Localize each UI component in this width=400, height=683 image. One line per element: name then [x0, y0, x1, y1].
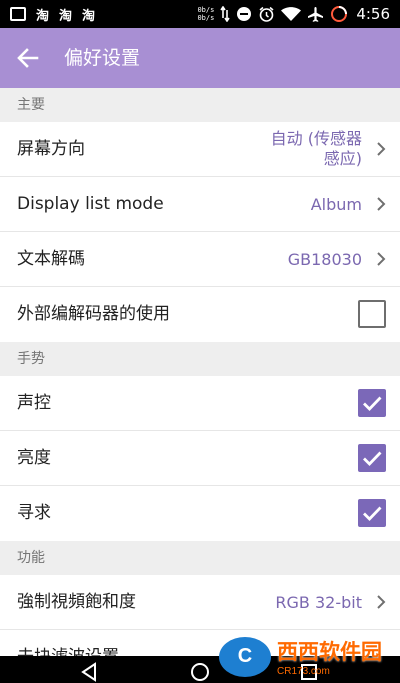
setting-seek-gesture[interactable]: 寻求	[0, 486, 400, 541]
setting-screen-orientation[interactable]: 屏幕方向 自动 (传感器感应)	[0, 122, 400, 177]
checkbox-checked[interactable]	[358, 389, 386, 417]
setting-label: 声控	[17, 393, 51, 413]
section-header-main: 主要	[0, 88, 400, 122]
system-icons: 0b/s 0b/s 4:56	[197, 0, 390, 28]
network-speed: 0b/s 0b/s	[197, 6, 215, 22]
setting-video-saturation[interactable]: 強制視頻飽和度 RGB 32-bit	[0, 575, 400, 630]
watermark-text: 西西软件园	[277, 640, 382, 664]
data-transfer-icon	[220, 6, 230, 22]
taobao-icon: 淘	[82, 8, 96, 24]
section-header-features: 功能	[0, 541, 400, 575]
setting-label: 強制視頻飽和度	[17, 592, 136, 612]
chevron-right-icon	[377, 595, 386, 609]
setting-label: 去块滤波设置	[17, 630, 119, 656]
setting-label: 外部编解码器的使用	[17, 304, 170, 324]
screenshot-notification-icon	[10, 7, 26, 21]
setting-value: GB18030	[287, 249, 362, 269]
back-button[interactable]	[14, 44, 42, 72]
clock: 4:56	[356, 5, 390, 23]
battery-icon	[330, 5, 348, 23]
setting-value: RGB 32-bit	[275, 592, 362, 612]
setting-volume-gesture[interactable]: 声控	[0, 376, 400, 431]
checkbox-checked[interactable]	[358, 499, 386, 527]
setting-text-encoding[interactable]: 文本解碼 GB18030	[0, 232, 400, 287]
setting-label: 文本解碼	[17, 249, 85, 269]
chevron-right-icon	[377, 197, 386, 211]
check-icon	[363, 396, 382, 412]
airplane-mode-icon	[307, 6, 324, 23]
alarm-icon	[258, 6, 275, 23]
setting-brightness-gesture[interactable]: 亮度	[0, 431, 400, 486]
section-header-gestures: 手势	[0, 342, 400, 376]
back-nav-icon[interactable]	[80, 662, 98, 682]
checkbox-checked[interactable]	[358, 444, 386, 472]
watermark: C 西西软件园 CR173.com	[219, 636, 382, 677]
check-icon	[363, 506, 382, 522]
app-bar: 偏好设置	[0, 28, 400, 88]
page-title: 偏好设置	[64, 47, 141, 69]
watermark-url: CR173.com	[277, 666, 330, 677]
setting-label: 屏幕方向	[17, 139, 85, 159]
chevron-right-icon	[377, 142, 386, 156]
setting-label: Display list mode	[17, 194, 164, 214]
do-not-disturb-icon	[236, 6, 252, 22]
setting-display-list-mode[interactable]: Display list mode Album	[0, 177, 400, 232]
check-icon	[363, 451, 382, 467]
taobao-icon: 淘	[59, 8, 73, 24]
setting-external-codec[interactable]: 外部编解码器的使用	[0, 287, 400, 342]
setting-value: Album	[310, 194, 362, 214]
home-nav-icon[interactable]	[190, 662, 210, 682]
chevron-right-icon	[377, 252, 386, 266]
setting-label: 寻求	[17, 503, 51, 523]
taobao-icon: 淘	[36, 8, 50, 24]
settings-list[interactable]: 主要 屏幕方向 自动 (传感器感应) Display list mode Alb…	[0, 88, 400, 656]
wifi-icon	[281, 6, 302, 22]
arrow-left-icon	[17, 48, 39, 68]
notification-icons: 淘 淘 淘	[10, 0, 95, 28]
checkbox-unchecked[interactable]	[358, 300, 386, 328]
watermark-logo: C	[219, 636, 271, 677]
setting-value: 自动 (传感器感应)	[270, 129, 362, 168]
status-bar: 淘 淘 淘 0b/s 0b/s 4:56	[0, 0, 400, 28]
setting-label: 亮度	[17, 448, 51, 468]
